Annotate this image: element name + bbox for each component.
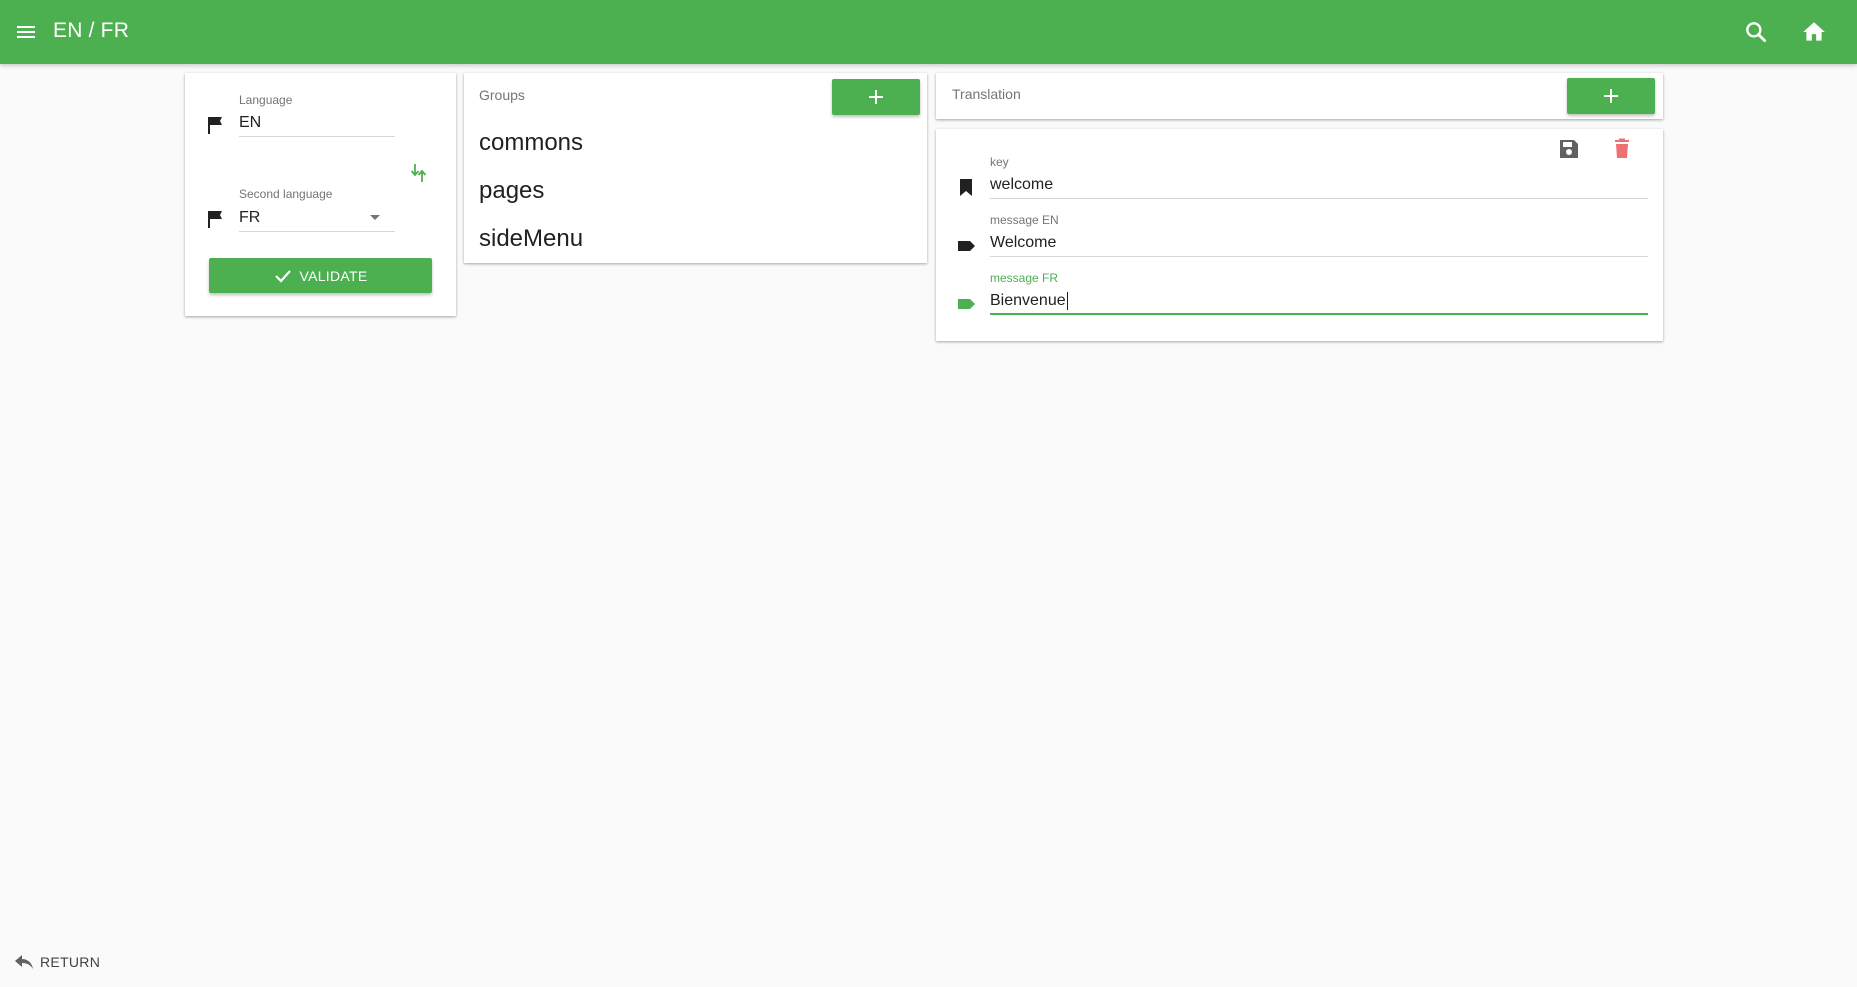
- message-fr-label: message FR: [990, 271, 1059, 285]
- text-cursor: [1066, 292, 1068, 310]
- message-en-input[interactable]: Welcome: [990, 234, 1056, 252]
- top-app-bar: EN / FR: [0, 0, 1857, 64]
- add-group-button[interactable]: [832, 79, 920, 115]
- page-title: EN / FR: [53, 19, 130, 42]
- language-label: Language: [239, 93, 293, 107]
- label-tag-icon: [956, 294, 976, 314]
- label-tag-icon: [956, 236, 976, 256]
- group-item-sidemenu[interactable]: sideMenu: [479, 225, 583, 253]
- second-language-label: Second language: [239, 187, 333, 201]
- second-language-underline: [239, 231, 395, 232]
- language-input[interactable]: EN: [239, 114, 261, 132]
- language-underline: [239, 136, 395, 137]
- trash-icon[interactable]: [1610, 137, 1634, 161]
- search-icon[interactable]: [1743, 19, 1769, 45]
- home-icon[interactable]: [1800, 19, 1828, 45]
- translation-header-card: Translation: [936, 73, 1663, 119]
- language-card: Language EN Second language FR VALIDATE: [185, 73, 456, 316]
- message-fr-value: Bienvenue: [990, 292, 1066, 310]
- return-button[interactable]: RETURN: [14, 952, 100, 972]
- plus-icon: [1604, 89, 1618, 103]
- translation-edit-card: key welcome message EN Welcome message F…: [936, 129, 1663, 341]
- flag-icon: [207, 116, 223, 134]
- message-en-underline: [990, 256, 1648, 257]
- group-item-commons[interactable]: commons: [479, 129, 583, 157]
- add-translation-button[interactable]: [1567, 78, 1655, 114]
- flag-icon: [207, 210, 223, 228]
- check-icon: [275, 269, 292, 283]
- groups-heading: Groups: [479, 87, 525, 103]
- validate-button[interactable]: VALIDATE: [209, 258, 432, 293]
- group-item-pages[interactable]: pages: [479, 177, 544, 205]
- key-underline: [990, 198, 1648, 199]
- key-input[interactable]: welcome: [990, 176, 1053, 194]
- plus-icon: [869, 90, 883, 104]
- menu-icon[interactable]: [14, 20, 38, 44]
- key-label: key: [990, 155, 1009, 169]
- chevron-down-icon[interactable]: [370, 215, 380, 220]
- swap-languages-icon[interactable]: [408, 162, 430, 184]
- message-fr-underline: [990, 313, 1648, 315]
- validate-label: VALIDATE: [299, 267, 368, 284]
- translation-heading: Translation: [952, 86, 1021, 102]
- bookmark-icon: [956, 177, 976, 197]
- groups-card: Groups commons pages sideMenu: [464, 73, 927, 263]
- message-en-label: message EN: [990, 213, 1059, 227]
- return-label: RETURN: [40, 954, 101, 970]
- second-language-select[interactable]: FR: [239, 209, 260, 227]
- save-icon[interactable]: [1557, 137, 1581, 161]
- message-fr-input[interactable]: Bienvenue: [990, 292, 1068, 310]
- reply-arrow-icon: [15, 955, 33, 969]
